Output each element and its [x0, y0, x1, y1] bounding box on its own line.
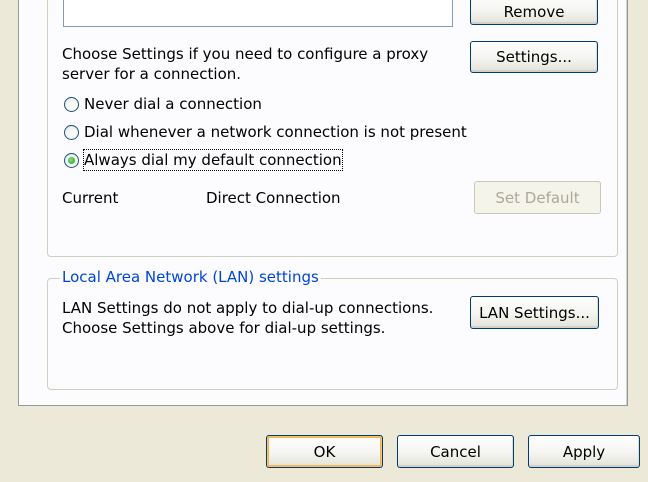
dial-whenever-radio[interactable]: [64, 125, 79, 140]
settings-button[interactable]: Settings...: [470, 41, 598, 73]
ok-button[interactable]: OK: [266, 435, 383, 468]
settings-button-label: Settings...: [496, 48, 572, 66]
ok-button-label: OK: [313, 442, 336, 461]
apply-button[interactable]: Apply: [528, 435, 640, 468]
current-label: Current: [62, 189, 119, 207]
cancel-button[interactable]: Cancel: [397, 435, 514, 468]
apply-button-label: Apply: [562, 442, 606, 461]
lan-description-line-2: Choose Settings above for dial-up settin…: [62, 319, 386, 337]
lan-settings-button-label: LAN Settings...: [479, 303, 590, 322]
proxy-description-line-2: server for a connection.: [62, 65, 242, 83]
always-dial-radio[interactable]: [64, 153, 79, 168]
proxy-description-line-1: Choose Settings if you need to configure…: [62, 45, 429, 63]
remove-button[interactable]: Remove: [470, 0, 598, 25]
lan-settings-legend: Local Area Network (LAN) settings: [60, 268, 321, 286]
lan-settings-button[interactable]: LAN Settings...: [470, 296, 599, 329]
current-connection-value: Direct Connection: [206, 189, 341, 207]
set-default-button-label: Set Default: [495, 188, 580, 207]
never-dial-label[interactable]: Never dial a connection: [84, 94, 262, 114]
dialup-connections-list[interactable]: [63, 0, 453, 27]
lan-description-line-1: LAN Settings do not apply to dial-up con…: [62, 299, 434, 317]
never-dial-radio[interactable]: [64, 97, 79, 112]
radio-selected-dot: [68, 157, 75, 164]
cancel-button-label: Cancel: [430, 442, 481, 461]
dial-whenever-label[interactable]: Dial whenever a network connection is no…: [84, 122, 467, 142]
set-default-button[interactable]: Set Default: [474, 181, 601, 214]
always-dial-label[interactable]: Always dial my default connection: [83, 149, 343, 171]
remove-button-label: Remove: [503, 2, 565, 21]
